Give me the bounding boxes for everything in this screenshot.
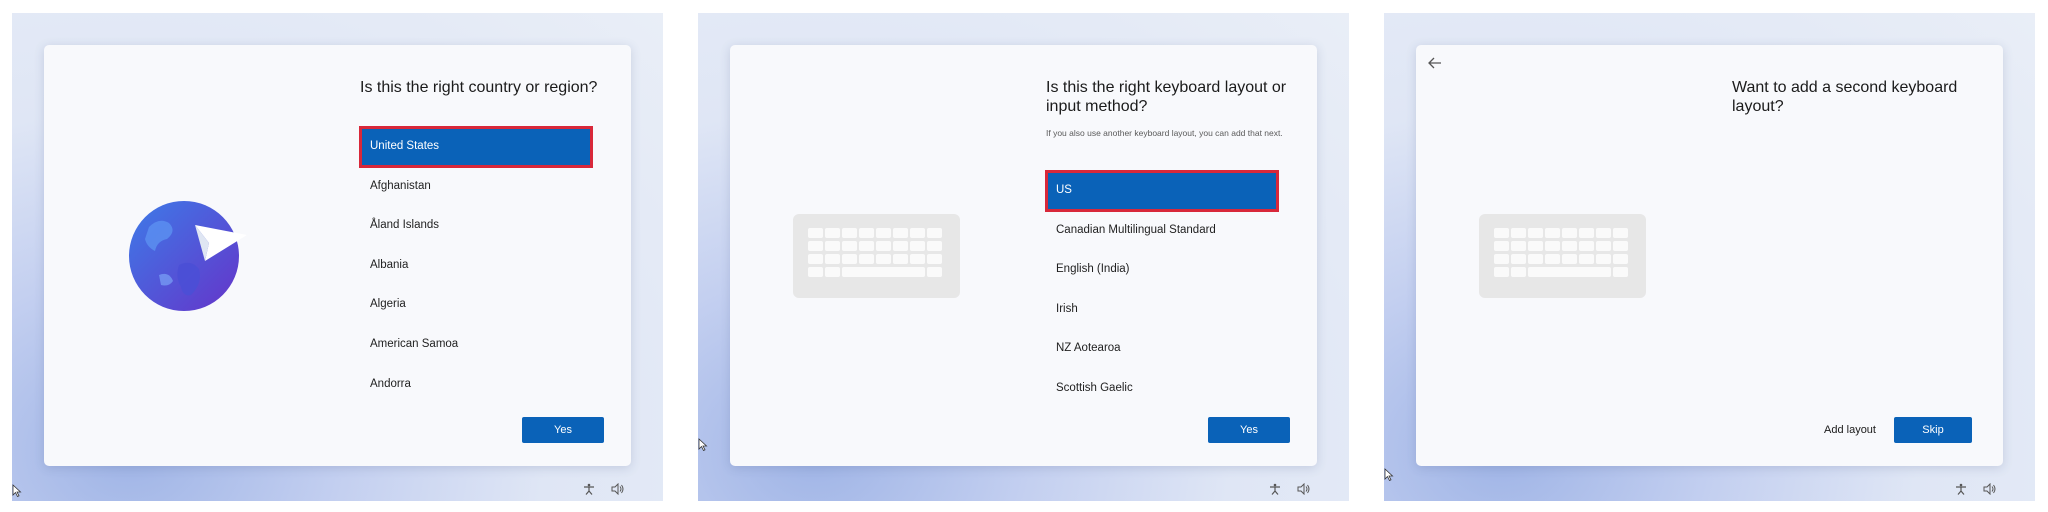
keyboard-icon xyxy=(793,214,960,298)
mouse-cursor-icon xyxy=(698,438,708,451)
list-item[interactable]: NZ Aotearoa xyxy=(1046,329,1278,369)
list-item-selected[interactable]: US xyxy=(1045,170,1279,212)
list-item[interactable]: Åland Islands xyxy=(360,206,592,246)
oobe-keyboard-screen: Is this the right keyboard layout or inp… xyxy=(698,13,1349,501)
page-subtitle: If you also use another keyboard layout,… xyxy=(1046,128,1283,138)
keyboard-layout-list[interactable]: US Canadian Multilingual Standard Englis… xyxy=(1045,170,1279,409)
setup-card: Is this the right country or region? Uni… xyxy=(44,45,631,466)
page-title: Is this the right country or region? xyxy=(360,79,598,96)
volume-icon[interactable] xyxy=(1297,483,1311,495)
mouse-cursor-icon xyxy=(12,484,22,497)
volume-icon[interactable] xyxy=(611,483,625,495)
list-item[interactable]: American Samoa xyxy=(360,325,592,365)
page-title: Is this the right keyboard layout or inp… xyxy=(1046,79,1287,115)
oobe-second-keyboard-screen: Want to add a second keyboard layout? Ad… xyxy=(1384,13,2035,501)
accessibility-icon[interactable] xyxy=(1955,483,1967,495)
yes-button[interactable]: Yes xyxy=(1208,417,1290,443)
skip-button[interactable]: Skip xyxy=(1894,417,1972,443)
list-item[interactable]: Albania xyxy=(360,246,592,286)
country-list[interactable]: United States Afghanistan Åland Islands … xyxy=(359,126,593,405)
page-title: Want to add a second keyboard layout? xyxy=(1732,79,1958,115)
list-item[interactable]: Algeria xyxy=(360,285,592,325)
setup-card: Want to add a second keyboard layout? Ad… xyxy=(1416,45,2003,466)
list-item[interactable]: Andorra xyxy=(360,365,592,405)
accessibility-icon[interactable] xyxy=(583,483,595,495)
setup-card: Is this the right keyboard layout or inp… xyxy=(730,45,1317,466)
list-item[interactable]: Scottish Gaelic xyxy=(1046,369,1278,409)
keyboard-icon xyxy=(1479,214,1646,298)
volume-icon[interactable] xyxy=(1983,483,1997,495)
list-item[interactable]: Afghanistan xyxy=(360,167,592,207)
yes-button[interactable]: Yes xyxy=(522,417,604,443)
back-arrow-icon[interactable] xyxy=(1426,54,1444,72)
list-item[interactable]: Irish xyxy=(1046,290,1278,330)
accessibility-icon[interactable] xyxy=(1269,483,1281,495)
mouse-cursor-icon xyxy=(1384,468,1394,481)
add-layout-button[interactable]: Add layout xyxy=(1824,417,1876,443)
list-item-selected[interactable]: United States xyxy=(359,126,593,168)
list-item[interactable]: English (India) xyxy=(1046,250,1278,290)
globe-icon xyxy=(129,201,247,311)
oobe-region-screen: Is this the right country or region? Uni… xyxy=(12,13,663,501)
list-item[interactable]: Canadian Multilingual Standard xyxy=(1046,211,1278,251)
